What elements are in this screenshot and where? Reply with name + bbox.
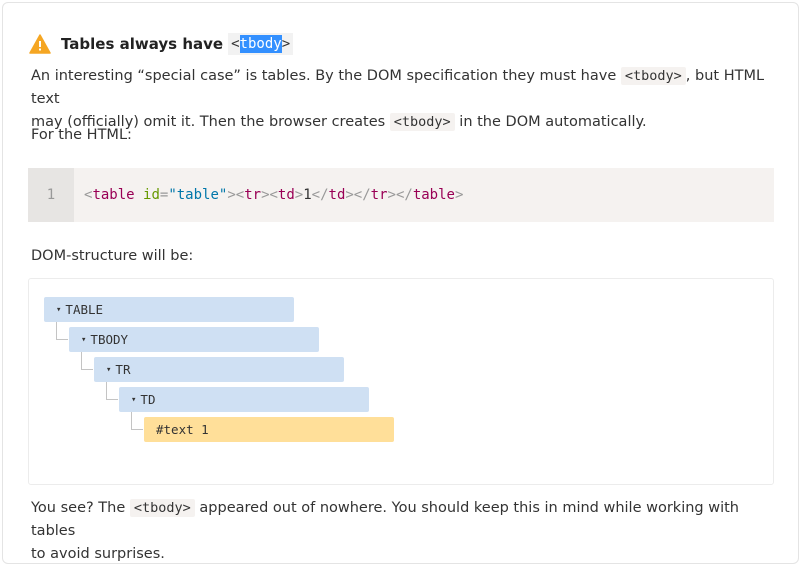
outro-paragraph: You see? The <tbody> appeared out of now… <box>31 497 781 566</box>
code-token: ></ <box>345 187 371 203</box>
heading-code-open: < <box>231 36 240 52</box>
code-token: "table" <box>168 187 228 203</box>
tree-node-label: TR <box>115 362 131 377</box>
code-token: >< <box>227 187 245 203</box>
selected-text[interactable]: tbody <box>239 35 282 53</box>
line-number: 1 <box>28 168 74 222</box>
inline-code: <tbody> <box>129 499 195 517</box>
collapse-toggle-icon[interactable]: ▾ <box>81 335 86 345</box>
code-token: >< <box>261 187 278 203</box>
tree-connector <box>56 322 68 340</box>
code-token: tr <box>244 187 262 203</box>
tree-connector <box>106 382 118 400</box>
tree-node-label: #text 1 <box>156 422 209 437</box>
tree-node-label: TBODY <box>90 332 129 347</box>
tree-element-node[interactable]: ▾ TBODY <box>69 327 319 352</box>
tree-connector <box>131 412 143 430</box>
dom-tree-viewer: ▾ TABLE ▾ TBODY ▾ TR ▾ TD #text 1 <box>28 278 774 485</box>
heading-code-close: > <box>281 36 291 52</box>
intro-paragraph: An interesting “special case” is tables.… <box>31 65 781 134</box>
for-html-label: For the HTML: <box>31 127 132 143</box>
warning-heading: Tables always have < tbody > <box>29 31 294 57</box>
intro-text-4: in the DOM automatically. <box>459 114 647 130</box>
collapse-toggle-icon[interactable]: ▾ <box>106 365 111 375</box>
tree-connector <box>81 352 93 370</box>
heading-text: Tables always have <box>61 35 224 53</box>
code-token: td <box>277 187 295 203</box>
warning-icon <box>29 34 51 54</box>
inline-code: <tbody> <box>620 67 686 85</box>
heading-code: < tbody > <box>228 33 294 55</box>
code-line: <table id="table"><tr><td>1</td></tr></t… <box>74 187 463 203</box>
code-token: td <box>328 187 346 203</box>
collapse-toggle-icon[interactable]: ▾ <box>131 395 136 405</box>
outro-text-3: to avoid surprises. <box>31 546 165 562</box>
tree-element-node[interactable]: ▾ TR <box>94 357 344 382</box>
code-token: > <box>294 187 304 203</box>
code-token: tr <box>370 187 388 203</box>
outro-text-1: You see? The <box>31 500 126 516</box>
code-token: </ <box>311 187 329 203</box>
intro-text-1: An interesting “special case” is tables.… <box>31 68 617 84</box>
tree-node-label: TD <box>140 392 156 407</box>
tree-element-node[interactable]: ▾ TABLE <box>44 297 294 322</box>
tree-text-node: #text 1 <box>144 417 394 442</box>
code-token: table <box>412 187 455 203</box>
tree-element-node[interactable]: ▾ TD <box>119 387 369 412</box>
code-block[interactable]: 1 <table id="table"><tr><td>1</td></tr><… <box>28 168 774 222</box>
code-token: id <box>143 187 160 203</box>
code-token: ></ <box>387 187 413 203</box>
inline-code: <tbody> <box>389 113 455 131</box>
code-token: 1 <box>303 187 312 203</box>
code-token: table <box>92 187 135 203</box>
code-token: > <box>454 187 464 203</box>
dom-caption: DOM-structure will be: <box>31 248 194 264</box>
collapse-toggle-icon[interactable]: ▾ <box>56 305 61 315</box>
tree-node-label: TABLE <box>65 302 104 317</box>
